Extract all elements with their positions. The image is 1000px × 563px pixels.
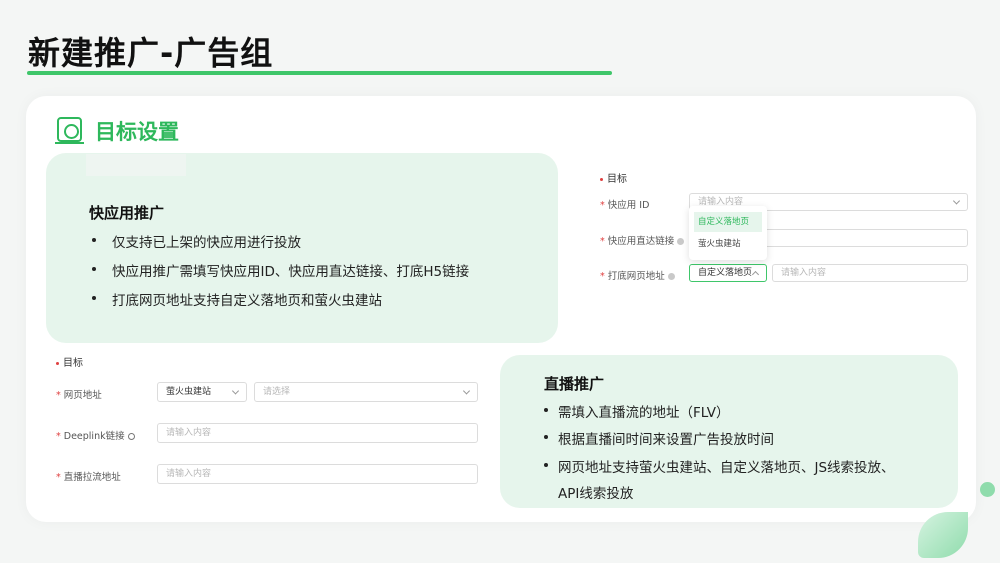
- livestream-title: 直播推广: [544, 375, 605, 393]
- chevron-down-icon: [231, 387, 240, 395]
- info-icon: [667, 273, 675, 280]
- page-title: 新建推广-广告组: [28, 34, 274, 72]
- chevron-up-icon: [751, 270, 760, 279]
- livestream-bullet-continued: API线索投放: [558, 486, 634, 502]
- quickapp-id-label: * 快应用 ID: [600, 200, 650, 211]
- quickapp-bullet: 仅支持已上架的快应用进行投放: [92, 231, 301, 251]
- chevron-down-icon: [952, 197, 961, 205]
- stream-url-label: * 直播拉流地址: [56, 472, 121, 483]
- quickapp-bullet: 打底网页地址支持自定义落地页和萤火虫建站: [92, 289, 382, 309]
- quickapp-bullet: 快应用推广需填写快应用ID、快应用直达链接、打底H5链接: [92, 260, 469, 280]
- section-title: 目标设置: [95, 120, 179, 144]
- decorative-tab: [86, 154, 186, 176]
- fallback-url-select[interactable]: 自定义落地页: [689, 264, 767, 282]
- direct-link-label: * 快应用直达链接: [600, 233, 685, 247]
- dropdown-option[interactable]: 萤火虫建站: [694, 234, 762, 254]
- fallback-url-dropdown: 自定义落地页 萤火虫建站: [689, 206, 767, 260]
- fallback-url-input[interactable]: 请输入内容: [772, 264, 968, 282]
- decorative-dot: [980, 482, 995, 497]
- deeplink-label: * Deeplink链接: [56, 428, 135, 442]
- form-heading: 目标: [56, 354, 83, 369]
- web-url-label: * 网页地址: [56, 390, 102, 401]
- livestream-bullet: 网页地址支持萤火虫建站、自定义落地页、JS线索投放、: [544, 456, 895, 476]
- livestream-bullet: 需填入直播流的地址（FLV）: [544, 401, 730, 421]
- info-icon: [677, 238, 685, 245]
- title-underline: [27, 71, 612, 75]
- target-book-icon: [55, 117, 84, 144]
- chevron-down-icon: [462, 387, 471, 395]
- deeplink-input[interactable]: 请输入内容: [157, 423, 478, 443]
- web-url-option-select[interactable]: 请选择: [254, 382, 478, 402]
- web-url-select[interactable]: 萤火虫建站: [157, 382, 247, 402]
- fallback-url-label: * 打底网页地址: [600, 268, 675, 282]
- help-icon: [127, 433, 135, 440]
- dropdown-option[interactable]: 自定义落地页: [694, 212, 762, 232]
- form-heading: 目标: [600, 170, 627, 185]
- quickapp-title: 快应用推广: [89, 204, 165, 222]
- stream-url-input[interactable]: 请输入内容: [157, 464, 478, 484]
- livestream-bullet: 根据直播间时间来设置广告投放时间: [544, 428, 774, 448]
